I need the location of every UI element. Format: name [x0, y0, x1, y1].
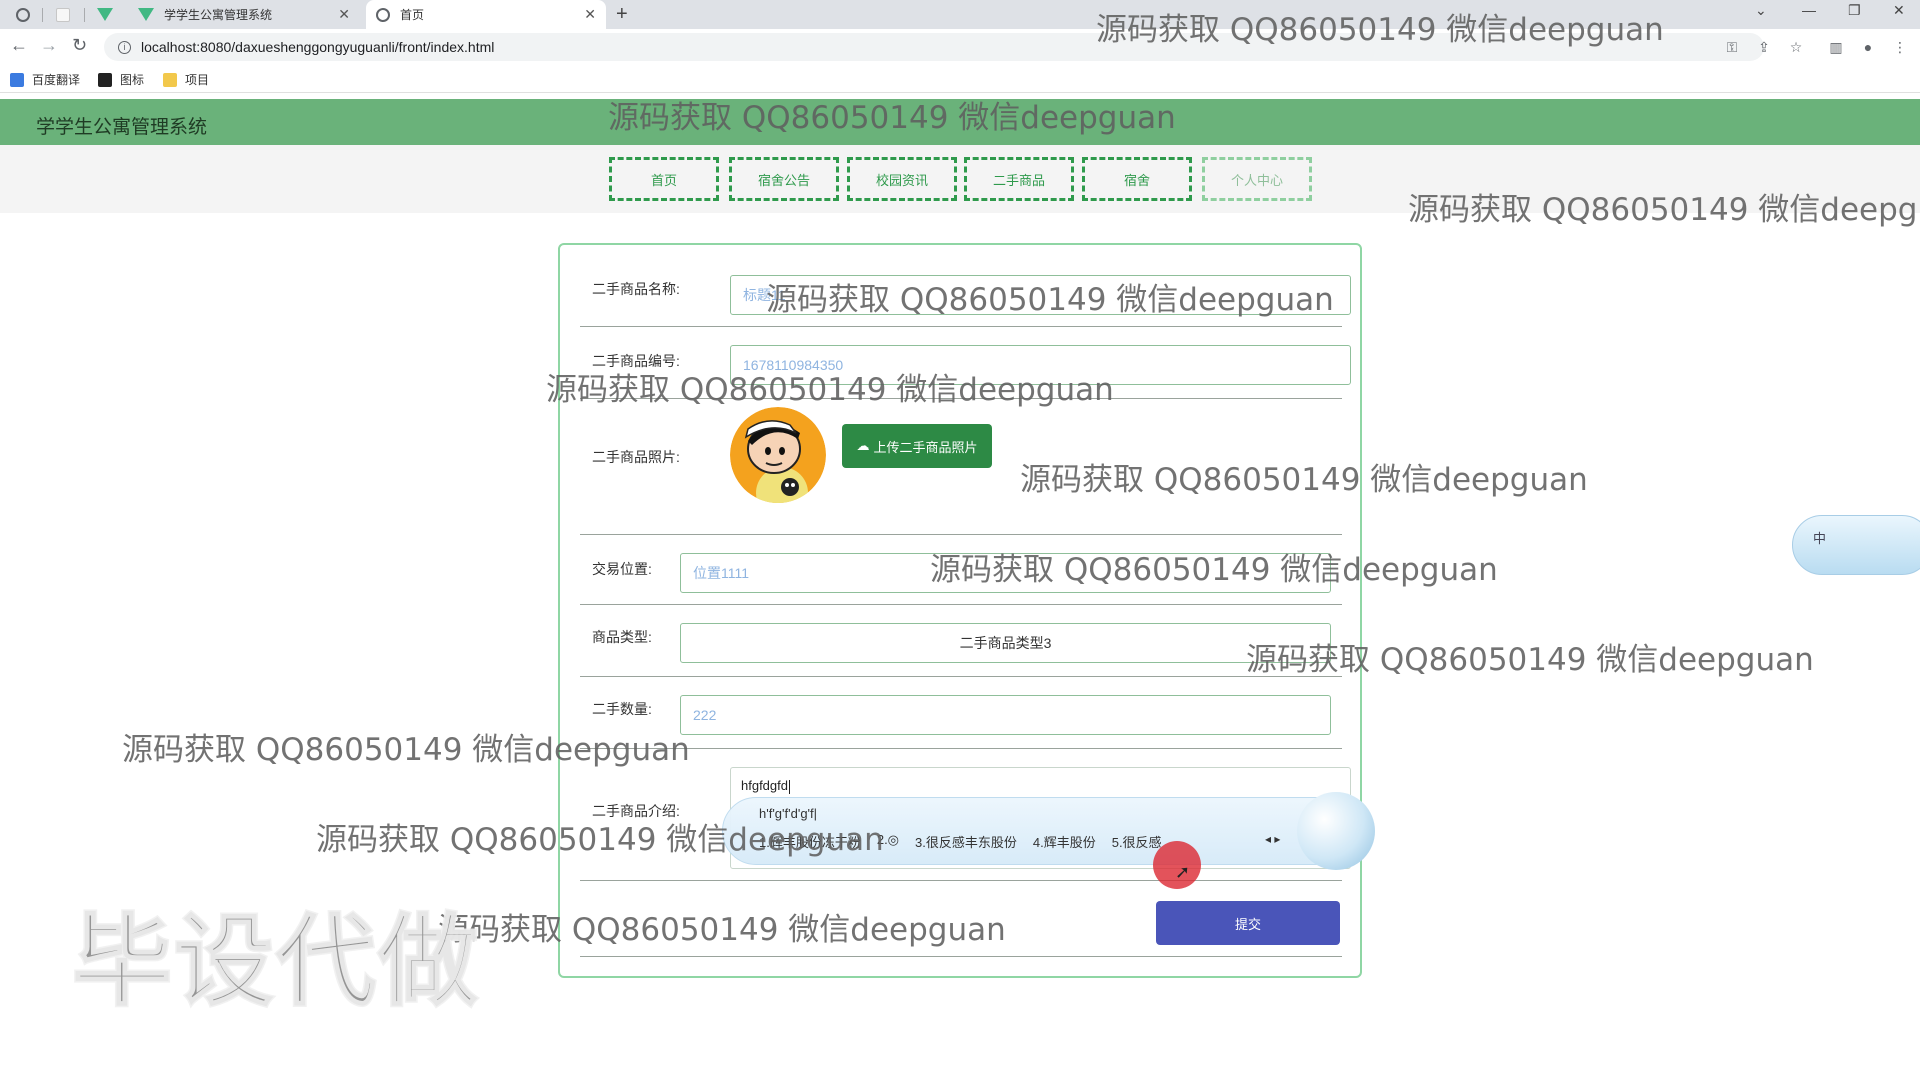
star-icon[interactable]: ☆ [1788, 39, 1804, 55]
watermark: 源码获取 QQ86050149 微信deepguan [1020, 462, 1588, 498]
watermark: 源码获取 QQ86050149 微信deepguan [930, 552, 1498, 588]
restore-icon[interactable]: ❐ [1848, 2, 1861, 19]
ime-candidate[interactable]: 4.辉丰股份 [1033, 832, 1096, 851]
tab-separator [42, 8, 43, 22]
page-icon [56, 7, 70, 22]
watermark: 源码获取 QQ86050149 微信deepguan [766, 282, 1334, 318]
globe-icon [16, 7, 30, 22]
minimize-icon[interactable]: — [1802, 2, 1816, 18]
ime-candidate[interactable]: 5.很反感 [1112, 832, 1162, 851]
bookmark-icons[interactable]: 图标 [98, 71, 144, 88]
pinned-tab-vue[interactable] [88, 0, 122, 29]
watermark: 源码获取 QQ86050149 微信deepguan [1408, 192, 1920, 228]
ime-status-bar[interactable]: 中 [1792, 515, 1920, 575]
upload-photo-label: 上传二手商品照片 [873, 439, 978, 455]
nav-home[interactable]: 首页 [609, 157, 719, 201]
info-icon[interactable]: i [118, 40, 131, 54]
cloud-upload-icon: ☁ [856, 438, 870, 453]
intro-text: hfgfdgfd [741, 778, 788, 793]
form-row-type: 商品类型: 二手商品类型3 [580, 605, 1342, 677]
nav-profile[interactable]: 个人中心 [1202, 157, 1312, 201]
photo-label: 二手商品照片: [592, 449, 680, 465]
site-title: 学学生公寓管理系统 [36, 117, 208, 138]
pinned-tab-globe[interactable] [6, 0, 40, 29]
upload-photo-button[interactable]: ☁ 上传二手商品照片 [842, 424, 992, 468]
nav-dorm[interactable]: 宿舍 [1082, 157, 1192, 201]
stamp-watermark: 毕设代做 [71, 902, 480, 1022]
quantity-input[interactable]: 222 [680, 695, 1331, 735]
text-caret [789, 779, 790, 794]
share-icon[interactable]: ⇪ [1756, 39, 1772, 55]
cartoon-photo-icon [730, 407, 826, 503]
tab-label: 学学生公寓管理系统 [164, 8, 273, 22]
bookmark-project[interactable]: 项目 [163, 71, 209, 88]
watermark: 源码获取 QQ86050149 微信deepguan [316, 822, 884, 858]
tab-home[interactable]: 首页 ✕ [366, 0, 606, 29]
nav-dorm-notice[interactable]: 宿舍公告 [729, 157, 839, 201]
image-icon [98, 72, 112, 87]
globe-icon [376, 7, 390, 22]
ime-page-arrows[interactable]: ◂ ▸ [1265, 832, 1280, 846]
type-select[interactable]: 二手商品类型3 [680, 623, 1331, 663]
name-label: 二手商品名称: [592, 281, 680, 297]
tab-system[interactable]: 学学生公寓管理系统 ✕ [128, 0, 360, 29]
watermark: 源码获取 QQ86050149 微信deepguan [1096, 12, 1664, 48]
vue-logo-icon [97, 8, 113, 21]
window-close-icon[interactable]: ✕ [1893, 2, 1905, 19]
type-label: 商品类型: [592, 629, 652, 645]
product-photo[interactable] [730, 407, 826, 503]
new-tab-icon[interactable]: + [616, 3, 628, 26]
ime-mode-label: 中 [1813, 531, 1827, 546]
profile-icon[interactable]: ● [1860, 39, 1876, 55]
tab-search-icon[interactable]: ⌄ [1755, 2, 1767, 19]
reload-icon[interactable]: ↻ [72, 35, 87, 56]
pinned-tab-blank[interactable] [46, 0, 80, 29]
ime-candidate[interactable]: 3.很反感丰东股份 [915, 832, 1017, 851]
menu-icon[interactable]: ⋮ [1892, 39, 1908, 55]
watermark: 源码获取 QQ86050149 微信deepguan [608, 100, 1176, 136]
bookmark-label: 百度翻译 [32, 73, 81, 87]
url-text: localhost:8080/daxueshenggongyuguanli/fr… [141, 39, 495, 55]
mouse-cursor-icon: ➚ [1175, 862, 1191, 882]
tab-label: 首页 [400, 8, 425, 22]
back-icon[interactable]: ← [10, 35, 28, 56]
bookmark-label: 项目 [185, 73, 210, 87]
nav-campus-news[interactable]: 校园资讯 [847, 157, 957, 201]
tab-separator [84, 8, 85, 22]
ime-logo-icon [1297, 792, 1375, 870]
close-icon[interactable]: ✕ [584, 6, 596, 23]
watermark: 源码获取 QQ86050149 微信deepguan [1246, 642, 1814, 678]
nav-second-hand[interactable]: 二手商品 [964, 157, 1074, 201]
folder-icon [163, 72, 177, 87]
submit-button[interactable]: 提交 [1156, 901, 1340, 945]
translate-icon [10, 72, 24, 87]
watermark: 源码获取 QQ86050149 微信deepguan [122, 732, 690, 768]
bookmark-baidu-translate[interactable]: 百度翻译 [10, 71, 80, 88]
watermark: 源码获取 QQ86050149 微信deepguan [546, 372, 1114, 408]
bookmark-label: 图标 [120, 73, 145, 87]
second-hand-form: 二手商品名称: 标题11 二手商品编号: 1678110984350 二手商品照… [558, 243, 1362, 978]
key-icon[interactable]: ⚿ [1724, 39, 1740, 55]
side-panel-icon[interactable]: ▥ [1828, 39, 1844, 55]
vue-logo-icon [138, 8, 154, 21]
bookmarks-bar: 百度翻译 图标 项目 [0, 65, 1920, 93]
close-icon[interactable]: ✕ [338, 6, 350, 23]
forward-icon[interactable]: → [40, 35, 58, 56]
form-row-quantity: 二手数量: 222 [580, 677, 1342, 749]
quantity-label: 二手数量: [592, 701, 652, 717]
watermark: 源码获取 QQ86050149 微信deepguan [438, 912, 1006, 948]
location-label: 交易位置: [592, 561, 652, 577]
